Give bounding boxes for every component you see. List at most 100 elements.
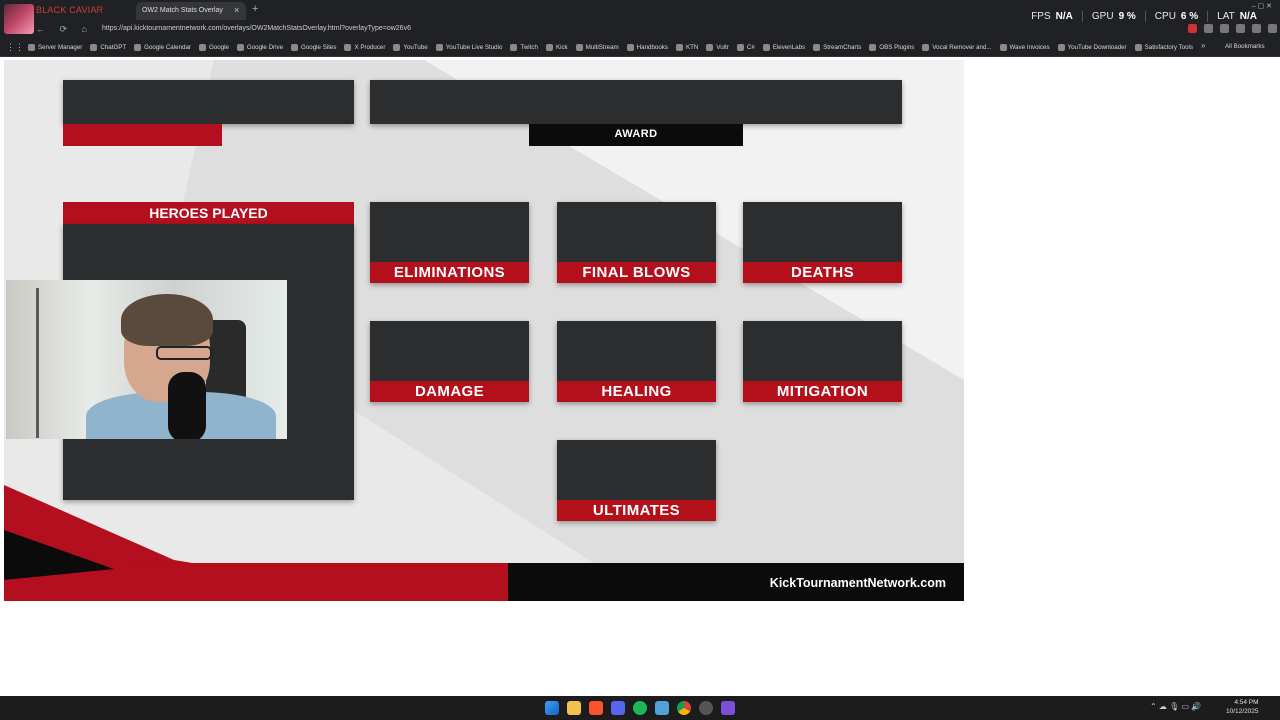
bookmark-favicon-icon (626, 43, 634, 51)
stat-label: MITIGATION (743, 381, 902, 402)
stat-ultimates: ULTIMATES (557, 440, 716, 521)
award-label: AWARD (529, 124, 743, 146)
extension-icon[interactable] (1252, 24, 1261, 33)
file-explorer-icon[interactable] (567, 701, 581, 715)
webcam-person-glasses (156, 346, 212, 360)
bookmark-label: Google Drive (246, 43, 284, 51)
tab-ow2-match-stats[interactable]: OW2 Match Stats Overlay (136, 2, 246, 20)
new-tab-icon[interactable]: + (252, 3, 258, 15)
stat-label: HEALING (557, 381, 716, 402)
bookmark-favicon-icon (575, 43, 583, 51)
bookmark-item[interactable]: StreamCharts (813, 43, 862, 51)
bookmark-item[interactable]: KTN (675, 43, 699, 51)
brave-browser-icon[interactable] (589, 701, 603, 715)
bookmark-label: Google Calendar (144, 43, 191, 51)
gpu-readout: GPU 9 % (1081, 11, 1145, 22)
obs-icon[interactable] (699, 701, 713, 715)
window-controls[interactable]: – ▢ ✕ (1252, 2, 1272, 10)
bookmark-label: Google Sites (301, 43, 337, 51)
browser-top-bar: BLACK CAVIAR OW2 Match Stats Overlay × +… (0, 0, 1280, 38)
player-team-bar (63, 124, 222, 146)
webcam-feed (6, 280, 287, 439)
bookmark-favicon-icon (869, 43, 877, 51)
bookmark-item[interactable]: X Producer (344, 43, 385, 51)
bookmark-item[interactable]: Google Sites (291, 43, 337, 51)
bookmark-item[interactable]: Google (198, 43, 229, 51)
bookmark-label: KTN (685, 43, 699, 51)
extension-icon[interactable] (1220, 24, 1229, 33)
bookmark-label: YouTube (403, 43, 428, 51)
bookmark-label: Twitch (520, 43, 538, 51)
webcam-microphone (168, 372, 206, 439)
bookmark-favicon-icon (134, 43, 142, 51)
media-thumbnail[interactable] (4, 4, 34, 34)
bookmark-item[interactable]: Vultr (706, 43, 729, 51)
extension-icon[interactable] (1188, 24, 1197, 33)
address-bar[interactable]: https://api.kicktournamentnetwork.com/ov… (102, 25, 411, 32)
bookmark-item[interactable]: ElevenLabs (762, 43, 806, 51)
stat-label: DEATHS (743, 262, 902, 283)
bookmark-label: Handbooks (636, 43, 668, 51)
extension-icon[interactable] (1236, 24, 1245, 33)
start-icon[interactable] (545, 701, 559, 715)
media-title: BLACK CAVIAR (36, 5, 104, 15)
webcam-person-hair (121, 294, 213, 346)
notepad-icon[interactable] (655, 701, 669, 715)
webcam-background-pole (36, 288, 39, 438)
extension-icon[interactable] (1268, 24, 1277, 33)
bookmark-item[interactable]: OBS Plugins (869, 43, 914, 51)
stat-mitigation: MITIGATION (743, 321, 902, 402)
bookmark-item[interactable]: Google Drive (236, 43, 284, 51)
taskbar-clock[interactable]: 4:54 PM 10/12/2025 (1226, 698, 1259, 716)
system-tray[interactable]: ⌃ ☁ 🎙 ▭ 🔊 (1150, 702, 1201, 711)
bookmark-item[interactable]: YouTube Downloader (1057, 43, 1127, 51)
more-bookmarks-icon[interactable]: » (1201, 41, 1205, 50)
bookmark-item[interactable]: Wave Invoices (999, 43, 1050, 51)
bookmark-favicon-icon (999, 43, 1007, 51)
bookmark-item[interactable]: MultiStream (575, 43, 619, 51)
bookmark-favicon-icon (393, 43, 401, 51)
bookmark-favicon-icon (813, 43, 821, 51)
bookmark-label: StreamCharts (823, 43, 862, 51)
bookmark-item[interactable]: Handbooks (626, 43, 668, 51)
bookmark-item[interactable]: Kick (545, 43, 568, 51)
bookmark-label: ChatGPT (100, 43, 127, 51)
bookmark-item[interactable]: C# (736, 43, 755, 51)
bookmark-item[interactable]: YouTube Live Studio (435, 43, 502, 51)
footer-website: KickTournamentNetwork.com (769, 576, 946, 590)
bookmark-item[interactable]: Server Manager (28, 43, 83, 51)
bookmark-favicon-icon (90, 43, 98, 51)
bookmark-favicon-icon (510, 43, 518, 51)
nav-buttons[interactable]: ← ⟳ ⌂ (36, 24, 93, 35)
bookmark-label: Wave Invoices (1009, 43, 1050, 51)
apps-icon[interactable]: ⋮⋮ (6, 42, 24, 53)
chrome-icon[interactable] (677, 701, 691, 715)
bookmark-favicon-icon (706, 43, 714, 51)
bookmark-list: Server Manager ChatGPT Google Calendar Goog… (28, 38, 1193, 56)
bookmark-favicon-icon (28, 43, 35, 51)
all-bookmarks-folder[interactable]: All Bookmarks (1225, 43, 1265, 50)
cpu-readout: CPU 6 % (1144, 11, 1207, 22)
stat-label: ULTIMATES (557, 500, 716, 521)
extension-icon[interactable] (1204, 24, 1213, 33)
bookmark-item[interactable]: Vocal Remover and... (922, 43, 992, 51)
extension-icons (1188, 24, 1277, 33)
heroes-played-header: HEROES PLAYED (63, 202, 354, 224)
spotify-icon[interactable] (633, 701, 647, 715)
bookmark-favicon-icon (344, 43, 352, 51)
close-tab-icon[interactable]: × (234, 5, 239, 15)
discord-icon[interactable] (611, 701, 625, 715)
taskbar-apps (545, 701, 735, 715)
bookmark-label: ElevenLabs (772, 43, 806, 51)
bookmark-item[interactable]: ChatGPT (90, 43, 127, 51)
bookmark-item[interactable]: Google Calendar (134, 43, 191, 51)
bookmark-item[interactable]: Satisfactory Tools (1134, 43, 1193, 51)
visual-studio-icon[interactable] (721, 701, 735, 715)
bookmark-item[interactable]: Twitch (510, 43, 538, 51)
bookmark-favicon-icon (675, 43, 683, 51)
bookmark-label: Vocal Remover and... (932, 43, 992, 51)
bookmark-favicon-icon (1057, 43, 1065, 51)
bookmark-label: Server Manager (38, 43, 83, 51)
bookmark-label: Google (208, 43, 229, 51)
bookmark-item[interactable]: YouTube (393, 43, 428, 51)
